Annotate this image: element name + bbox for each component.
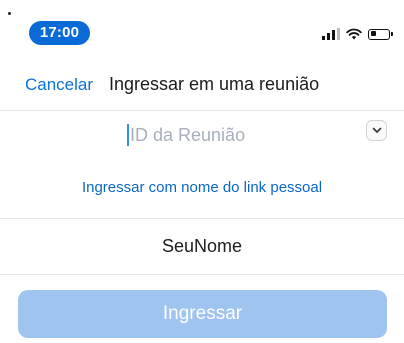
meeting-id-input[interactable] — [130, 120, 330, 150]
chevron-down-icon — [372, 127, 381, 133]
text-cursor — [127, 124, 129, 146]
personal-link-row[interactable]: Ingressar com nome do link pessoal — [0, 160, 404, 219]
wifi-icon — [346, 28, 362, 40]
name-row — [0, 218, 404, 275]
meeting-id-row — [0, 110, 404, 161]
join-button[interactable]: Ingressar — [18, 290, 387, 338]
status-bar: 17:00 — [0, 0, 404, 60]
battery-icon — [368, 28, 393, 40]
cancel-button[interactable]: Cancelar — [25, 75, 93, 95]
camera-dot — [8, 12, 11, 15]
nav-bar: Cancelar Ingressar em uma reunião — [0, 60, 404, 111]
page-title: Ingressar em uma reunião — [109, 74, 320, 94]
personal-link-option[interactable]: Ingressar com nome do link pessoal — [0, 179, 404, 196]
status-icons — [322, 27, 393, 41]
meeting-history-dropdown-button[interactable] — [366, 120, 387, 141]
status-time: 17:00 — [29, 21, 90, 45]
display-name-input[interactable] — [0, 232, 404, 260]
cellular-signal-icon — [322, 28, 340, 40]
